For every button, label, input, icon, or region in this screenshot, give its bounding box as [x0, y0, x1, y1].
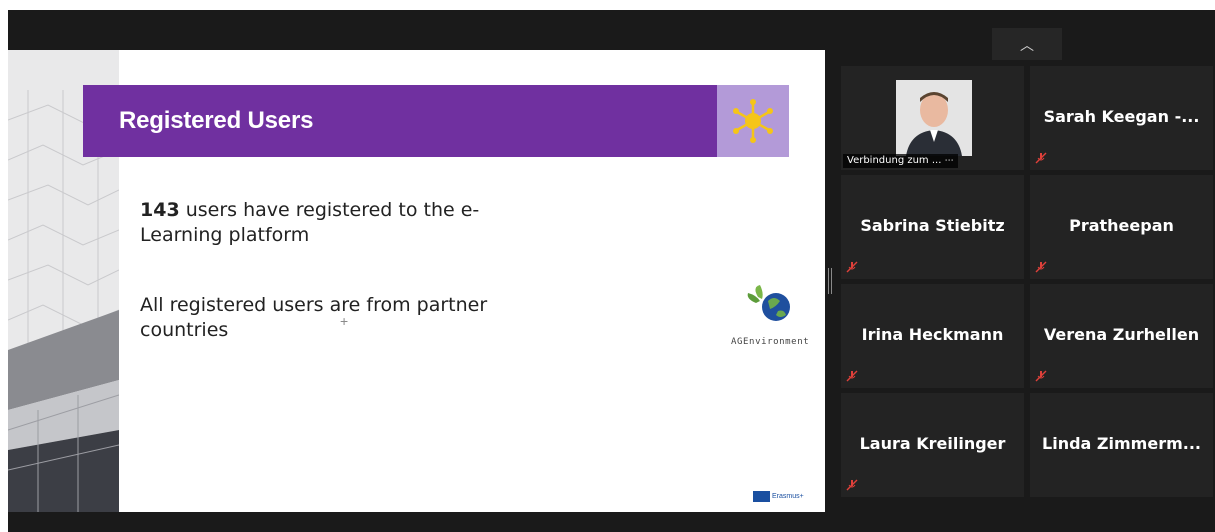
participant-connection-label: Verbindung zum ... ⋯ [843, 154, 958, 168]
logo-text: AGEnvironment [731, 337, 810, 347]
participant-name: Sarah Keegan -... [1043, 107, 1200, 126]
participant-name: Sabrina Stiebitz [860, 216, 1005, 235]
participant-tile[interactable]: Sarah Keegan -... [1030, 66, 1213, 170]
slide-title: Registered Users [119, 107, 314, 134]
chevron-up-icon: ︿ [1020, 37, 1034, 53]
participant-tile-video[interactable]: Verbindung zum ... ⋯ [841, 66, 1024, 170]
participant-name: Verena Zurhellen [1043, 325, 1200, 344]
title-banner: Registered Users [83, 85, 717, 157]
shared-screen: Registered Users 143 users have register… [8, 50, 825, 512]
muted-mic-icon [1035, 152, 1047, 164]
participant-tile[interactable]: Pratheepan [1030, 175, 1213, 279]
participant-tile[interactable]: Sabrina Stiebitz [841, 175, 1024, 279]
muted-mic-icon [846, 261, 858, 273]
stat-line-1: 143 users have registered to the e- [140, 198, 479, 223]
muted-mic-icon [846, 370, 858, 382]
connection-label-text: Verbindung zum ... [847, 155, 942, 166]
banner-icon-box [717, 85, 789, 157]
network-sun-icon [733, 99, 773, 143]
participant-video [896, 80, 972, 156]
person-video-image [896, 80, 972, 156]
muted-mic-icon [1035, 370, 1047, 382]
participant-tile[interactable]: Verena Zurhellen [1030, 284, 1213, 388]
participant-name: Laura Kreilinger [859, 434, 1006, 453]
user-count: 143 [140, 199, 180, 221]
collapse-button[interactable]: ︿ [992, 28, 1062, 60]
participant-tile[interactable]: Irina Heckmann [841, 284, 1024, 388]
eu-flag-icon [753, 490, 770, 502]
participant-name: Irina Heckmann [861, 325, 1004, 344]
participant-tile[interactable]: Laura Kreilinger [841, 393, 1024, 497]
muted-mic-icon [1035, 261, 1047, 273]
participant-tile[interactable]: Linda Zimmerm... [1030, 393, 1213, 497]
stat-line-1-text: users have registered to the e- [179, 199, 480, 221]
participant-name: Pratheepan [1069, 216, 1174, 235]
muted-mic-icon [846, 479, 858, 491]
crosshair-cursor-icon: + [340, 313, 349, 329]
erasmus-label: Erasmus+ [772, 492, 804, 500]
info-line-1: All registered users are from partner [140, 294, 488, 316]
erasmus-logo: Erasmus+ [753, 490, 804, 502]
more-icon: ⋯ [944, 156, 954, 166]
info-line-2: countries [140, 319, 229, 341]
stat-line-2: Learning platform [140, 224, 310, 246]
participant-name: Linda Zimmerm... [1042, 434, 1201, 453]
panel-resize-handle[interactable] [828, 268, 832, 294]
